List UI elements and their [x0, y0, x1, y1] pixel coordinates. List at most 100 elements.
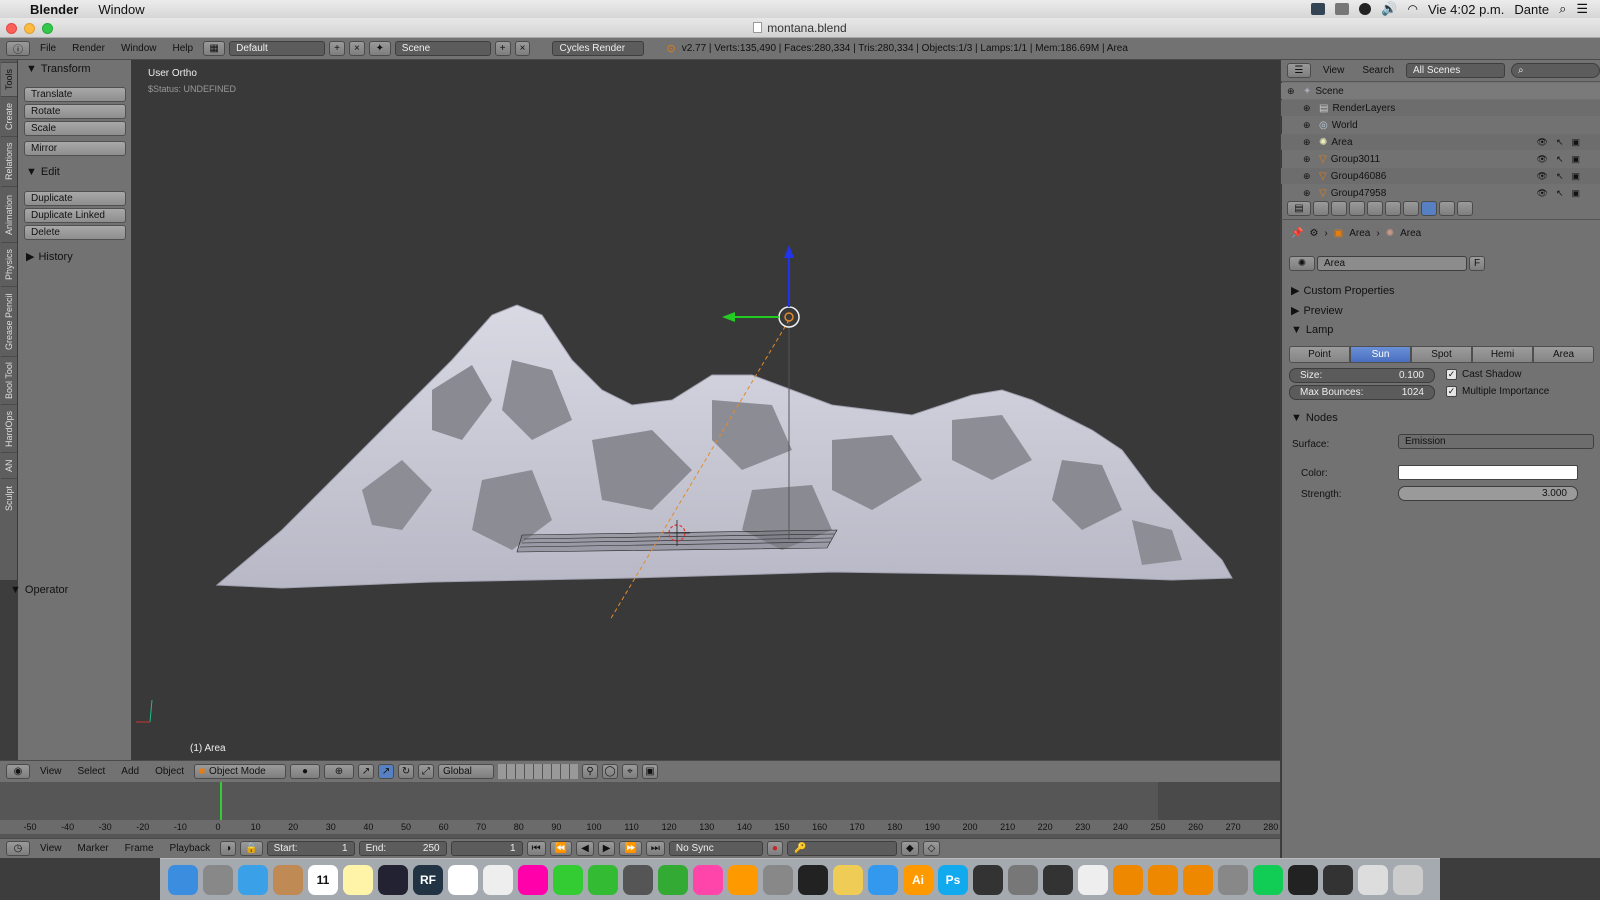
remove-layout-icon[interactable]: ×	[348, 41, 365, 56]
editor-type-properties-button[interactable]: ▤	[1287, 201, 1311, 216]
preview-panel-header[interactable]: ▶ Preview	[1291, 304, 1343, 318]
delete-button[interactable]: Delete	[24, 225, 126, 240]
stickies-icon[interactable]	[833, 864, 863, 895]
spotify-icon[interactable]	[1253, 864, 1283, 895]
editor-type-timeline-button[interactable]: ◷	[6, 841, 30, 856]
remove-scene-icon[interactable]: ×	[514, 41, 531, 56]
scale-button[interactable]: Scale	[24, 121, 126, 136]
outliner-item[interactable]: ⊕ ▤ RenderLayers	[1281, 100, 1600, 116]
mirror-button[interactable]: Mirror	[24, 141, 126, 156]
multiple-importance-checkbox[interactable]: ✓ Multiple Importance	[1446, 386, 1549, 397]
world-tab-icon[interactable]	[1367, 201, 1383, 216]
tab-bool-tool[interactable]: Bool Tool	[1, 356, 17, 404]
menu-outliner-search[interactable]: Search	[1356, 65, 1400, 76]
lock-time-icon[interactable]: 🔒	[240, 841, 263, 856]
close-window-button[interactable]	[6, 23, 17, 34]
mixamo-icon[interactable]	[973, 864, 1003, 895]
claquette-icon[interactable]	[1323, 864, 1353, 895]
menu-select[interactable]: Select	[72, 766, 112, 777]
notification-center-icon[interactable]: ☰	[1576, 1, 1588, 17]
visibility-eye-icon[interactable]: 👁	[1537, 154, 1548, 165]
itunes-icon[interactable]	[693, 864, 723, 895]
zoom-window-button[interactable]	[42, 23, 53, 34]
lamp-name-field[interactable]: Area	[1317, 256, 1467, 271]
mode-select[interactable]: ■ Object Mode	[194, 764, 286, 779]
cast-shadow-checkbox[interactable]: ✓ Cast Shadow	[1446, 369, 1521, 380]
render-engine-select[interactable]: Cycles Render	[552, 41, 645, 56]
expand-toggle-icon[interactable]: ⊕	[1303, 120, 1315, 131]
pin-icon[interactable]: 📌	[1291, 228, 1303, 239]
messages-icon[interactable]	[553, 864, 583, 895]
editor-type-info-button[interactable]: ⓘ	[6, 41, 30, 56]
blender-app-icon[interactable]	[798, 864, 828, 895]
outliner-item[interactable]: ⊕ ▽ Group46086 👁 ↖ ▣	[1281, 168, 1600, 184]
pivot-point-select[interactable]: ⊕	[324, 764, 354, 779]
surface-select[interactable]: Emission	[1398, 434, 1594, 449]
fake-user-button[interactable]: F	[1469, 256, 1485, 271]
scene-field[interactable]: Scene	[394, 41, 491, 56]
selectable-cursor-icon[interactable]: ↖	[1556, 188, 1564, 199]
selectable-cursor-icon[interactable]: ↖	[1556, 154, 1564, 165]
quicktime-icon[interactable]	[1043, 864, 1073, 895]
preview-icon[interactable]	[483, 864, 513, 895]
layer-buttons[interactable]	[498, 764, 578, 779]
renderable-camera-icon[interactable]: ▣	[1571, 154, 1580, 165]
jump-keyframe-back-icon[interactable]: ⏪	[549, 841, 573, 856]
menu-marker[interactable]: Marker	[72, 843, 115, 854]
lamp-panel-header[interactable]: ▼ Lamp	[1291, 324, 1333, 336]
preview-range-icon[interactable]: ◑	[220, 841, 237, 856]
renderable-camera-icon[interactable]: ▣	[1571, 137, 1580, 148]
screen-layout-icon[interactable]: ▦	[203, 41, 226, 56]
nodes-panel-header[interactable]: ▼ Nodes	[1291, 412, 1338, 424]
stacks-icon[interactable]	[1358, 864, 1388, 895]
menu-playback[interactable]: Playback	[164, 843, 217, 854]
start-frame-field[interactable]: Start: 1	[266, 841, 355, 856]
image-capture-icon[interactable]	[1008, 864, 1038, 895]
size-field[interactable]: Size: 0.100	[1289, 368, 1435, 383]
visibility-eye-icon[interactable]: 👁	[1537, 188, 1548, 199]
tab-hardops[interactable]: HardOps	[1, 404, 17, 452]
add-layout-icon[interactable]: +	[329, 41, 345, 56]
minimize-window-button[interactable]	[24, 23, 35, 34]
menu-frame[interactable]: Frame	[119, 843, 160, 854]
tab-sculpt[interactable]: Sculpt	[1, 478, 17, 518]
renderable-camera-icon[interactable]: ▣	[1571, 171, 1580, 182]
screen-layout-field[interactable]: Default	[229, 41, 326, 56]
blender-1-icon[interactable]	[1113, 864, 1143, 895]
photoshop-icon[interactable]: Ps	[938, 864, 968, 895]
outliner-item[interactable]: ⊕ ▽ Group3011 👁 ↖ ▣	[1281, 151, 1600, 167]
lamp-type-point[interactable]: Point	[1289, 346, 1350, 363]
render-layers-tab-icon[interactable]	[1331, 201, 1347, 216]
menu-render[interactable]: Render	[66, 43, 111, 54]
selectable-cursor-icon[interactable]: ↖	[1556, 171, 1564, 182]
history-panel-header[interactable]: ▶ History	[26, 250, 73, 264]
blender-2-icon[interactable]	[1148, 864, 1178, 895]
menu-outliner-view[interactable]: View	[1317, 65, 1351, 76]
lamp-type-sun[interactable]: Sun	[1350, 346, 1411, 363]
status-icon-1[interactable]	[1311, 3, 1326, 15]
record-icon[interactable]: ●	[766, 841, 783, 856]
tab-physics[interactable]: Physics	[1, 242, 17, 286]
insert-keyframe-icon[interactable]: ◆	[900, 841, 919, 856]
realflow-icon[interactable]: RF	[413, 864, 443, 895]
lamp-type-area[interactable]: Area	[1533, 346, 1594, 363]
menu-timeline-view[interactable]: View	[34, 843, 68, 854]
menu-help[interactable]: Help	[167, 43, 200, 54]
scale-manipulator[interactable]: ⤢	[418, 764, 434, 779]
renderable-camera-icon[interactable]: ▣	[1571, 188, 1580, 199]
menu-window[interactable]: Window	[88, 2, 154, 17]
automator-icon[interactable]	[1218, 864, 1248, 895]
current-frame-field[interactable]: 1	[450, 841, 523, 856]
launchpad-icon[interactable]	[203, 864, 233, 895]
tab-animation[interactable]: Animation	[1, 186, 17, 242]
delete-keyframe-icon[interactable]: ◇	[922, 841, 941, 856]
visibility-eye-icon[interactable]: 👁	[1537, 137, 1548, 148]
menu-window-blender[interactable]: Window	[115, 43, 163, 54]
outliner-item[interactable]: ⊕ ◎ World	[1281, 117, 1600, 133]
chrome-icon[interactable]	[1078, 864, 1108, 895]
ibooks-icon[interactable]	[728, 864, 758, 895]
volume-icon[interactable]: 🔊	[1381, 1, 1397, 17]
menu-view[interactable]: View	[34, 766, 68, 777]
render-tab-icon[interactable]	[1313, 201, 1329, 216]
lamp-type-hemi[interactable]: Hemi	[1472, 346, 1533, 363]
